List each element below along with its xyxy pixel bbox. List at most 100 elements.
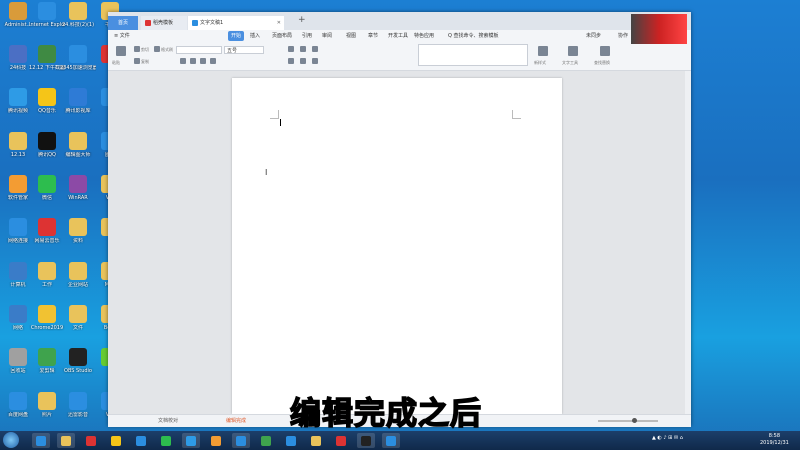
desktop-icon[interactable]: 文件: [60, 305, 96, 331]
app-icon: [69, 88, 87, 106]
taskbar-app[interactable]: [182, 433, 200, 448]
format-painter-icon[interactable]: [154, 46, 160, 52]
sync-status[interactable]: 未同步: [586, 31, 601, 41]
bullet-list-icon[interactable]: [288, 46, 294, 52]
format-painter-label: 格式刷: [161, 47, 173, 52]
app-icon: [9, 88, 27, 106]
clock[interactable]: 8:58 2019/12/31: [760, 433, 789, 447]
menu-item[interactable]: 章节: [368, 31, 378, 41]
align-center-icon[interactable]: [300, 58, 306, 64]
clock-date: 2019/12/31: [760, 440, 789, 446]
desktop-icon[interactable]: 迅雷影音: [60, 392, 96, 418]
copy-icon[interactable]: [134, 58, 140, 64]
cut-icon[interactable]: [134, 46, 140, 52]
tab-docer[interactable]: 稻壳模板: [141, 16, 187, 30]
title-bar: 首页 稻壳模板 文字文稿1 ✕ + ▢–□✕: [108, 12, 691, 30]
style-gallery[interactable]: [418, 44, 528, 66]
taskbar-app[interactable]: [157, 433, 175, 448]
desktop-icon[interactable]: 企业网站: [60, 262, 96, 288]
start-button[interactable]: [3, 432, 19, 448]
menu-item[interactable]: Q 查找命令、搜索模板: [448, 31, 499, 41]
edit-status[interactable]: 编辑完成: [226, 417, 246, 424]
menu-item[interactable]: 特色应用: [414, 31, 434, 41]
close-tab-icon[interactable]: ✕: [277, 16, 281, 30]
taskbar-app[interactable]: [232, 433, 250, 448]
app-icon: [9, 175, 27, 193]
zoom-slider[interactable]: [598, 418, 658, 423]
collab-button[interactable]: 协作: [618, 31, 628, 41]
find-replace-icon[interactable]: [600, 46, 610, 56]
menu-item[interactable]: 引用: [302, 31, 312, 41]
paste-icon[interactable]: [116, 46, 126, 56]
taskbar-app[interactable]: [257, 433, 275, 448]
taskbar-app[interactable]: [282, 433, 300, 448]
strikethrough-icon[interactable]: [210, 58, 216, 64]
taskbar-app[interactable]: [382, 433, 400, 448]
menu-item[interactable]: ≡ 文件: [114, 31, 130, 41]
menu-item[interactable]: 开发工具: [388, 31, 408, 41]
cut-label: 剪切: [141, 47, 149, 52]
underline-icon[interactable]: [200, 58, 206, 64]
app-icon: [38, 262, 56, 280]
wps-writer-window: 首页 稻壳模板 文字文稿1 ✕ + ▢–□✕ ≡ 文件 开始插入 页面布局引用审阅 视…: [108, 12, 691, 427]
proofread-status[interactable]: 文档校对: [158, 417, 178, 424]
italic-icon[interactable]: [190, 58, 196, 64]
align-right-icon[interactable]: [312, 58, 318, 64]
video-overlay-panel: [631, 14, 687, 44]
taskbar-app-icon: [161, 436, 171, 446]
taskbar-app-icon: [236, 436, 246, 446]
vertical-scrollbar[interactable]: [685, 71, 691, 414]
taskbar-app[interactable]: [357, 433, 375, 448]
taskbar-app[interactable]: [207, 433, 225, 448]
zoom-knob[interactable]: [632, 418, 637, 423]
desktop-icon[interactable]: 编辑图大师: [60, 132, 96, 158]
document-page[interactable]: I: [232, 78, 562, 414]
font-name-select[interactable]: [176, 46, 222, 54]
app-icon: [9, 218, 27, 236]
app-icon: [38, 45, 56, 63]
desktop-icon[interactable]: 2345加速浏览器: [60, 45, 96, 71]
taskbar-app-icon: [111, 436, 121, 446]
new-tab-button[interactable]: +: [298, 15, 306, 25]
menu-item[interactable]: 页面布局: [272, 31, 292, 41]
menu-item[interactable]: 开始: [228, 31, 245, 41]
desktop-icon[interactable]: 腾讯影视库: [60, 88, 96, 114]
new-style-icon[interactable]: [538, 46, 548, 56]
menu-item[interactable]: 视图: [346, 31, 356, 41]
app-icon: [9, 132, 27, 150]
tab-home[interactable]: 首页: [108, 16, 138, 30]
taskbar-app[interactable]: [32, 433, 50, 448]
taskbar-app[interactable]: [307, 433, 325, 448]
app-icon: [69, 218, 87, 236]
taskbar-app[interactable]: [82, 433, 100, 448]
desktop-icon[interactable]: OBS Studio: [60, 348, 96, 374]
align-left-icon[interactable]: [288, 58, 294, 64]
desktop-icon-label: 迅雷影音: [67, 412, 88, 418]
crop-mark-top-right: [512, 110, 521, 119]
taskbar-app-icon: [211, 436, 221, 446]
taskbar-app[interactable]: [132, 433, 150, 448]
app-icon: [69, 348, 87, 366]
copy-label: 复制: [141, 59, 149, 64]
menu-item[interactable]: 插入: [250, 31, 260, 41]
taskbar-app[interactable]: [332, 433, 350, 448]
indent-icon[interactable]: [312, 46, 318, 52]
taskbar-app[interactable]: [57, 433, 75, 448]
taskbar-app-icon: [61, 436, 71, 446]
desktop-icon[interactable]: WinRAR: [60, 175, 96, 201]
desktop-icon[interactable]: 资料: [60, 218, 96, 244]
number-list-icon[interactable]: [300, 46, 306, 52]
font-size-select[interactable]: 五号: [224, 46, 264, 54]
system-tray[interactable]: ▲ ◐ ♪ ⊞ ✉ ⌂: [652, 435, 683, 441]
app-icon: [69, 392, 87, 410]
taskbar-app-icon: [86, 436, 96, 446]
taskbar-app-icon: [286, 436, 296, 446]
desktop-icon[interactable]: 24.科技(2)(1): [60, 2, 96, 28]
bold-icon[interactable]: [180, 58, 186, 64]
tab-document[interactable]: 文字文稿1 ✕: [188, 16, 284, 30]
app-icon: [9, 45, 27, 63]
taskbar-app[interactable]: [107, 433, 125, 448]
desktop-icon-label: 编辑图大师: [65, 152, 91, 158]
text-tools-icon[interactable]: [568, 46, 578, 56]
menu-item[interactable]: 审阅: [322, 31, 332, 41]
